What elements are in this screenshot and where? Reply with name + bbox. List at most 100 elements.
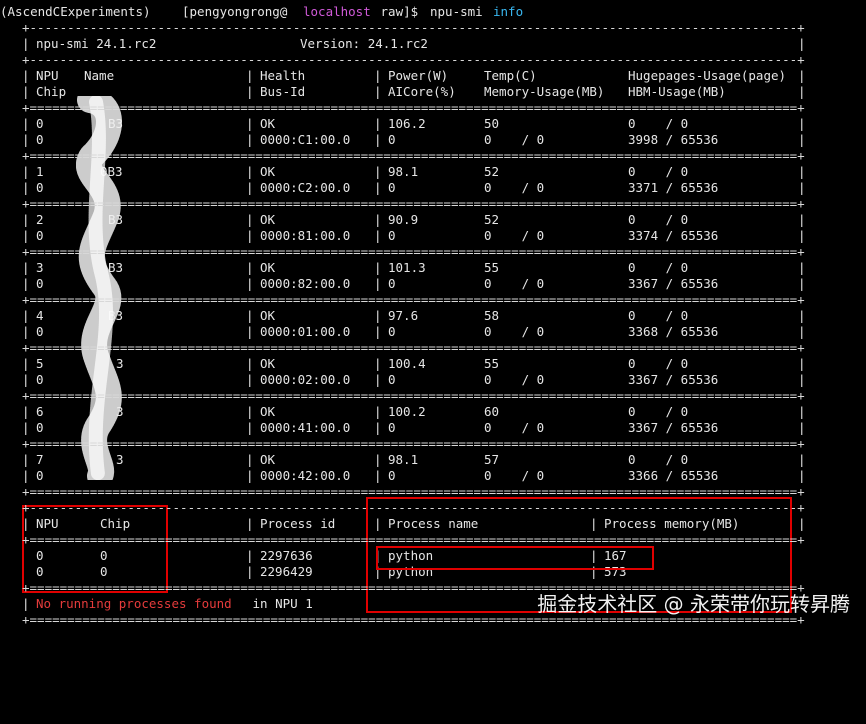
- chip-id: 0: [36, 180, 44, 195]
- health-status: OK: [260, 212, 276, 227]
- bus-id: 0000:81:00.0: [260, 228, 351, 243]
- no-process-npu: in NPU 1: [245, 596, 313, 611]
- aicore-value: 0: [388, 180, 396, 195]
- memory-value: 0 / 0: [484, 180, 545, 195]
- proc-col-pid: Process id: [260, 516, 336, 531]
- no-process-message: No running processes found: [36, 596, 232, 611]
- temp-value: 55: [484, 260, 500, 275]
- temp-value: 52: [484, 212, 500, 227]
- aicore-value: 0: [388, 468, 396, 483]
- col-chip: Chip: [36, 84, 67, 99]
- col-bus-id: Bus-Id: [260, 84, 306, 99]
- table-separator: +=======================================…: [22, 340, 805, 355]
- temp-value: 57: [484, 452, 500, 467]
- chip-id: 0: [36, 228, 44, 243]
- hbm-value: 3366 / 65536: [628, 468, 719, 483]
- chip-id: 0: [36, 420, 44, 435]
- hbm-value: 3371 / 65536: [628, 180, 719, 195]
- tool-version: npu-smi 24.1.rc2: [36, 36, 157, 51]
- aicore-value: 0: [388, 372, 396, 387]
- memory-value: 0 / 0: [484, 420, 545, 435]
- hbm-value: 3367 / 65536: [628, 276, 719, 291]
- col-hbm-usage: HBM-Usage(MB): [628, 84, 726, 99]
- col-hugepages: Hugepages-Usage(page): [628, 68, 787, 83]
- proc-pid: 2296429: [260, 564, 313, 579]
- power-value: 98.1: [388, 452, 419, 467]
- proc-pid: 2297636: [260, 548, 313, 563]
- bus-id: 0000:C2:00.0: [260, 180, 351, 195]
- npu-id: 6: [36, 404, 44, 419]
- table-separator: +=======================================…: [22, 292, 805, 307]
- chip-id: 0: [36, 468, 44, 483]
- chip-id: 0: [36, 276, 44, 291]
- table-separator: +=======================================…: [22, 484, 805, 499]
- table-separator: +=======================================…: [22, 436, 805, 451]
- table-separator: +=======================================…: [22, 196, 805, 211]
- memory-value: 0 / 0: [484, 468, 545, 483]
- table-separator: +---------------------------------------…: [22, 500, 805, 515]
- col-aicore: AICore(%): [388, 84, 456, 99]
- hostname: localhost: [303, 4, 371, 19]
- driver-version: Version: 24.1.rc2: [300, 36, 428, 51]
- power-value: 90.9: [388, 212, 419, 227]
- memory-value: 0 / 0: [484, 372, 545, 387]
- npu-id: 5: [36, 356, 44, 371]
- power-value: 100.4: [388, 356, 426, 371]
- npu-id: 2: [36, 212, 44, 227]
- command-arg: info: [493, 4, 524, 19]
- bus-id: 0000:41:00.0: [260, 420, 351, 435]
- terminal-window[interactable]: (AscendCExperiments) [pengyongrong@ loca…: [0, 0, 866, 632]
- bus-id: 0000:01:00.0: [260, 324, 351, 339]
- hugepages-value: 0 / 0: [628, 212, 689, 227]
- power-value: 100.2: [388, 404, 426, 419]
- chip-id: 0: [36, 324, 44, 339]
- aicore-value: 0: [388, 132, 396, 147]
- table-separator: +---------------------------------------…: [22, 20, 805, 35]
- aicore-value: 0: [388, 276, 396, 291]
- col-memory-usage: Memory-Usage(MB): [484, 84, 605, 99]
- conda-env: (AscendCExperiments): [0, 4, 151, 19]
- aicore-value: 0: [388, 420, 396, 435]
- npu-id: 1: [36, 164, 44, 179]
- col-name: Name: [84, 68, 115, 83]
- hbm-value: 3367 / 65536: [628, 372, 719, 387]
- health-status: OK: [260, 356, 276, 371]
- hugepages-value: 0 / 0: [628, 452, 689, 467]
- hugepages-value: 0 / 0: [628, 260, 689, 275]
- table-separator: +=======================================…: [22, 244, 805, 259]
- col-npu: NPU: [36, 68, 59, 83]
- bus-id: 0000:82:00.0: [260, 276, 351, 291]
- memory-value: 0 / 0: [484, 228, 545, 243]
- command-name: npu-smi: [430, 4, 483, 19]
- memory-value: 0 / 0: [484, 324, 545, 339]
- bus-id: 0000:02:00.0: [260, 372, 351, 387]
- health-status: OK: [260, 452, 276, 467]
- health-status: OK: [260, 260, 276, 275]
- health-status: OK: [260, 308, 276, 323]
- table-separator: +=======================================…: [22, 580, 805, 595]
- power-value: 106.2: [388, 116, 426, 131]
- hugepages-value: 0 / 0: [628, 356, 689, 371]
- aicore-value: 0: [388, 228, 396, 243]
- table-separator: +=======================================…: [22, 612, 805, 627]
- temp-value: 58: [484, 308, 500, 323]
- header-row: | npu-smi 24.1.rc2 Version: 24.1.rc2 |: [22, 36, 806, 51]
- highlight-box-python-167: [376, 546, 654, 570]
- hbm-value: 3998 / 65536: [628, 132, 719, 147]
- temp-value: 55: [484, 356, 500, 371]
- aicore-value: 0: [388, 324, 396, 339]
- hugepages-value: 0 / 0: [628, 308, 689, 323]
- path-suffix: raw]$: [373, 4, 426, 19]
- npu-id: 4: [36, 308, 44, 323]
- npu-id: 7: [36, 452, 44, 467]
- bus-id: 0000:42:00.0: [260, 468, 351, 483]
- temp-value: 52: [484, 164, 500, 179]
- table-separator: +=======================================…: [22, 532, 805, 547]
- memory-value: 0 / 0: [484, 276, 545, 291]
- table-separator: +=======================================…: [22, 100, 805, 115]
- column-header-2: | Chip | Bus-Id | AICore(%) Memory-Usage…: [22, 84, 806, 99]
- hbm-value: 3367 / 65536: [628, 420, 719, 435]
- chip-id: 0: [36, 132, 44, 147]
- power-value: 97.6: [388, 308, 419, 323]
- health-status: OK: [260, 404, 276, 419]
